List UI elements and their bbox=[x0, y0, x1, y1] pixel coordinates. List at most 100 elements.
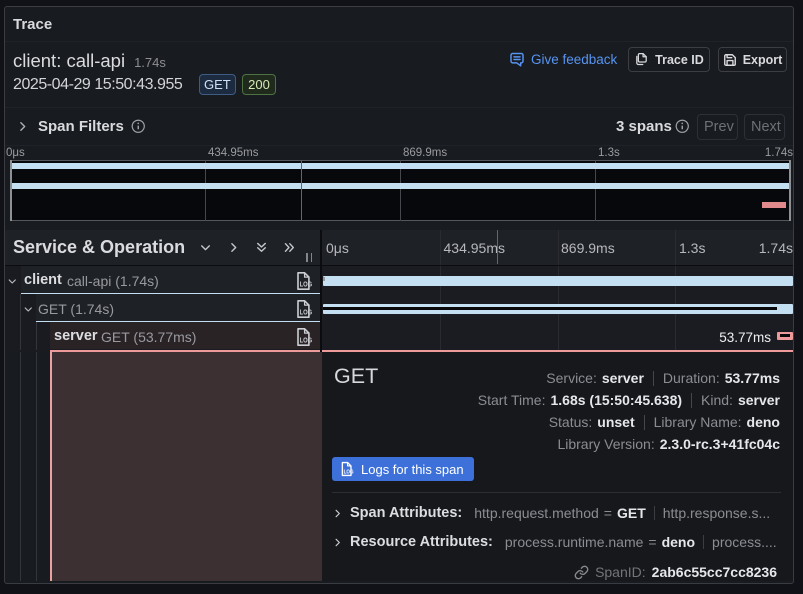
span-operation-name[interactable]: GET (1.74s) bbox=[38, 301, 114, 317]
save-icon bbox=[723, 53, 737, 67]
overview-line: Start Time: 1.68s (15:50:45.638) Kind: s… bbox=[478, 391, 780, 409]
indent-guide bbox=[20, 294, 21, 322]
svg-text:LOG: LOG bbox=[300, 281, 313, 288]
timeline-tick: 1.3s bbox=[679, 240, 705, 256]
export-label: Export bbox=[743, 53, 783, 67]
minimap-gridline bbox=[400, 160, 401, 221]
span-attributes-row[interactable]: Span Attributes: http.request.method = G… bbox=[332, 503, 781, 523]
minimap-span-server bbox=[762, 202, 786, 208]
timeline-tick: 869.9ms bbox=[561, 240, 615, 256]
span-logs-icon[interactable]: LOG bbox=[295, 327, 314, 347]
svg-text:LOG: LOG bbox=[300, 309, 313, 316]
overview-value: server bbox=[602, 370, 644, 386]
span-duration-label: 53.77ms bbox=[719, 330, 771, 345]
trace-id-button[interactable]: Trace ID bbox=[628, 47, 710, 72]
trace-name: client: call-api bbox=[13, 50, 125, 71]
panel-title: Trace bbox=[13, 16, 52, 33]
svg-text:LOG: LOG bbox=[344, 469, 354, 475]
span-bar-label-notch bbox=[323, 277, 325, 281]
span-count: 3 spans bbox=[616, 118, 672, 135]
minimap-tick-labels: 0μs 434.95ms 869.9ms 1.3s 1.74s bbox=[0, 147, 803, 159]
give-feedback-link[interactable]: Give feedback bbox=[509, 51, 617, 68]
span-logs-icon[interactable]: LOG bbox=[295, 299, 314, 319]
attribute-value: GET bbox=[617, 505, 646, 521]
column-divider[interactable] bbox=[320, 230, 322, 352]
trace-id-label: Trace ID bbox=[655, 53, 704, 67]
resource-attributes-row[interactable]: Resource Attributes: process.runtime.nam… bbox=[332, 532, 781, 552]
indent-guide bbox=[20, 352, 21, 582]
span-filters-label[interactable]: Span Filters bbox=[38, 118, 124, 135]
attribute-divider bbox=[654, 506, 655, 520]
attribute-value: deno bbox=[662, 534, 695, 550]
indent-guide bbox=[36, 322, 37, 350]
overview-divider bbox=[644, 415, 645, 430]
resource-attributes-label: Resource Attributes: bbox=[350, 534, 493, 550]
span-service-name[interactable]: server bbox=[54, 328, 98, 344]
timeline-tick: 0μs bbox=[326, 240, 349, 256]
row-collapse-chevron-icon[interactable] bbox=[23, 304, 34, 315]
attribute-key: process.... bbox=[712, 534, 777, 550]
prev-button[interactable]: Prev bbox=[697, 114, 738, 140]
overview-label: Start Time: bbox=[478, 392, 546, 408]
span-operation-name[interactable]: call-api (1.74s) bbox=[67, 273, 159, 289]
minimap-tick: 869.9ms bbox=[403, 147, 447, 159]
grip-bar bbox=[311, 253, 313, 262]
minimap-tick: 434.95ms bbox=[208, 147, 259, 159]
minimap-tick: 1.3s bbox=[598, 147, 620, 159]
attribute-divider bbox=[703, 535, 704, 549]
span-service-name[interactable]: client bbox=[24, 272, 62, 288]
collapse-all-icon[interactable] bbox=[255, 241, 268, 254]
logs-for-span-button[interactable]: LOG Logs for this span bbox=[332, 457, 474, 481]
minimap-gridline bbox=[205, 160, 206, 221]
collapse-one-icon[interactable] bbox=[199, 241, 212, 254]
next-button[interactable]: Next bbox=[744, 114, 785, 140]
give-feedback-label: Give feedback bbox=[531, 52, 617, 67]
logs-for-span-label: Logs for this span bbox=[361, 462, 464, 477]
span-row-client-name[interactable] bbox=[21, 266, 320, 293]
grip-bar bbox=[306, 253, 308, 262]
span-operation-name[interactable]: GET (53.77ms) bbox=[101, 329, 196, 345]
span-filters-chevron-icon[interactable] bbox=[16, 120, 29, 133]
minimap-scrubber-left[interactable] bbox=[10, 160, 12, 221]
chevron-right-icon bbox=[332, 508, 343, 519]
overview-value: 53.77ms bbox=[725, 370, 780, 386]
attribute-equals: = bbox=[648, 534, 656, 550]
span-detail-accent[interactable] bbox=[52, 352, 322, 582]
trace-duration: 1.74s bbox=[134, 55, 166, 70]
critical-path-segment bbox=[780, 334, 791, 337]
span-bar-client[interactable] bbox=[323, 276, 793, 286]
overview-label: Kind: bbox=[701, 392, 733, 408]
expand-one-icon[interactable] bbox=[227, 241, 240, 254]
comment-icon bbox=[509, 51, 525, 68]
link-icon[interactable] bbox=[574, 565, 589, 580]
minimap-scrubber-right[interactable] bbox=[789, 160, 791, 221]
span-id-label: SpanID: bbox=[595, 564, 646, 580]
span-filters-info-icon[interactable] bbox=[131, 119, 146, 134]
chevron-right-icon bbox=[332, 537, 343, 548]
timeline-tick: 1.74s bbox=[759, 240, 793, 256]
timeline-cursor-line bbox=[497, 230, 498, 264]
span-id-value: 2ab6c55cc7cc8236 bbox=[652, 564, 777, 580]
row-collapse-chevron-icon[interactable] bbox=[7, 276, 18, 287]
status-badge: 200 bbox=[242, 74, 276, 95]
export-button[interactable]: Export bbox=[718, 47, 787, 72]
copy-icon bbox=[634, 52, 649, 67]
timeline-tick: 434.95ms bbox=[444, 240, 505, 256]
span-logs-icon[interactable]: LOG bbox=[295, 271, 314, 291]
overview-divider bbox=[691, 393, 692, 408]
column-resize-grip[interactable] bbox=[306, 253, 313, 262]
overview-line: Library Version: 2.3.0-rc.3+41fc04c bbox=[557, 435, 780, 453]
expand-all-icon[interactable] bbox=[283, 241, 296, 254]
overview-label: Library Name: bbox=[654, 414, 742, 430]
span-count-info-icon[interactable] bbox=[675, 119, 690, 134]
minimap-span-client bbox=[11, 163, 789, 170]
minimap-tick: 1.74s bbox=[765, 147, 793, 159]
minimap-tick: 0μs bbox=[6, 147, 25, 159]
overview-value: deno bbox=[747, 414, 780, 430]
attribute-key: process.runtime.name bbox=[505, 534, 644, 550]
trace-header: client: call-api 1.74s bbox=[13, 50, 166, 72]
span-detail-title: GET bbox=[334, 364, 378, 389]
minimap-gridline bbox=[595, 160, 596, 221]
indent-guide bbox=[20, 322, 21, 350]
minimap-cursor-line bbox=[301, 161, 302, 220]
